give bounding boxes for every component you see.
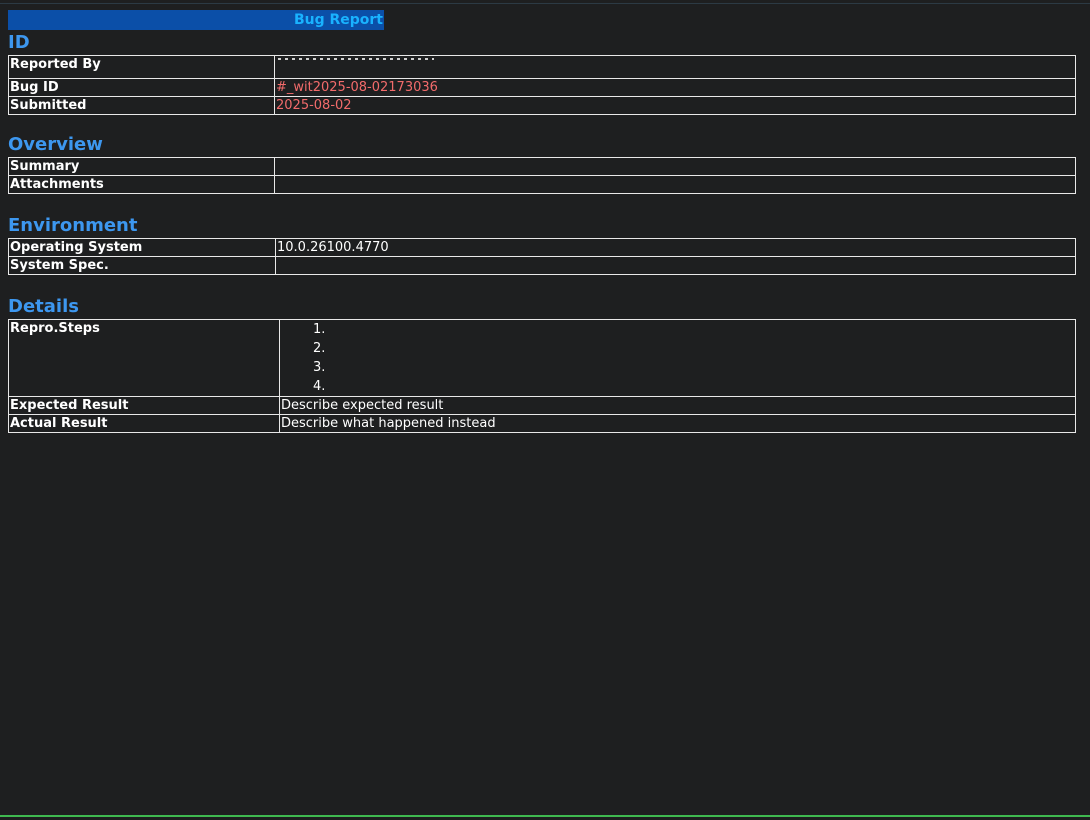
expected-result-label: Expected Result	[8, 396, 280, 415]
environment-table: Operating System 10.0.26100.4770 System …	[8, 238, 1076, 275]
repro-steps-label: Repro.Steps	[8, 319, 280, 397]
attachments-label: Attachments	[8, 175, 275, 194]
table-row: Repro.Steps 1. 2. 3. 4.	[8, 319, 1076, 397]
table-row: Operating System 10.0.26100.4770	[8, 238, 1076, 257]
bug-id-label: Bug ID	[8, 78, 275, 97]
repro-step[interactable]: 3.	[313, 358, 1074, 377]
bug-id-value[interactable]: #_wit2025-08-02173036	[274, 78, 1076, 97]
section-title-details: Details	[8, 296, 79, 317]
overview-table: Summary Attachments	[8, 157, 1076, 194]
reported-by-label: Reported By	[8, 55, 275, 79]
reported-by-value[interactable]	[274, 55, 1076, 79]
repro-step[interactable]: 1.	[313, 321, 1074, 340]
table-row: Summary	[8, 157, 1076, 176]
table-row: Attachments	[8, 175, 1076, 194]
table-row: Actual Result Describe what happened ins…	[8, 414, 1076, 433]
table-row: Bug ID #_wit2025-08-02173036	[8, 78, 1076, 97]
actual-result-label: Actual Result	[8, 414, 280, 433]
repro-steps-list: 1. 2. 3. 4.	[281, 321, 1074, 396]
os-value[interactable]: 10.0.26100.4770	[275, 238, 1076, 257]
section-title-id: ID	[8, 32, 30, 53]
section-title-environment: Environment	[8, 215, 138, 236]
table-row: Submitted 2025-08-02	[8, 96, 1076, 115]
system-spec-label: System Spec.	[8, 256, 276, 275]
table-row: Expected Result Describe expected result	[8, 396, 1076, 415]
summary-label: Summary	[8, 157, 275, 176]
redacted-reporter	[276, 57, 436, 74]
section-title-overview: Overview	[8, 134, 103, 155]
attachments-value[interactable]	[274, 175, 1076, 194]
top-divider	[0, 3, 1090, 4]
report-title: Bug Report	[293, 12, 383, 28]
table-row: System Spec.	[8, 256, 1076, 275]
report-banner: Bug Report	[8, 10, 384, 30]
summary-value[interactable]	[274, 157, 1076, 176]
repro-step[interactable]: 4.	[313, 377, 1074, 396]
submitted-value[interactable]: 2025-08-02	[274, 96, 1076, 115]
os-label: Operating System	[8, 238, 276, 257]
id-table: Reported By Bug ID #_wit2025-08-02173036…	[8, 55, 1076, 115]
repro-step[interactable]: 2.	[313, 339, 1074, 358]
details-table: Repro.Steps 1. 2. 3. 4. Expected Result …	[8, 319, 1076, 433]
system-spec-value[interactable]	[275, 256, 1076, 275]
actual-result-value[interactable]: Describe what happened instead	[279, 414, 1076, 433]
status-accent-bar	[0, 815, 1090, 817]
repro-steps-value[interactable]: 1. 2. 3. 4.	[279, 319, 1076, 397]
table-row: Reported By	[8, 55, 1076, 79]
expected-result-value[interactable]: Describe expected result	[279, 396, 1076, 415]
submitted-label: Submitted	[8, 96, 275, 115]
